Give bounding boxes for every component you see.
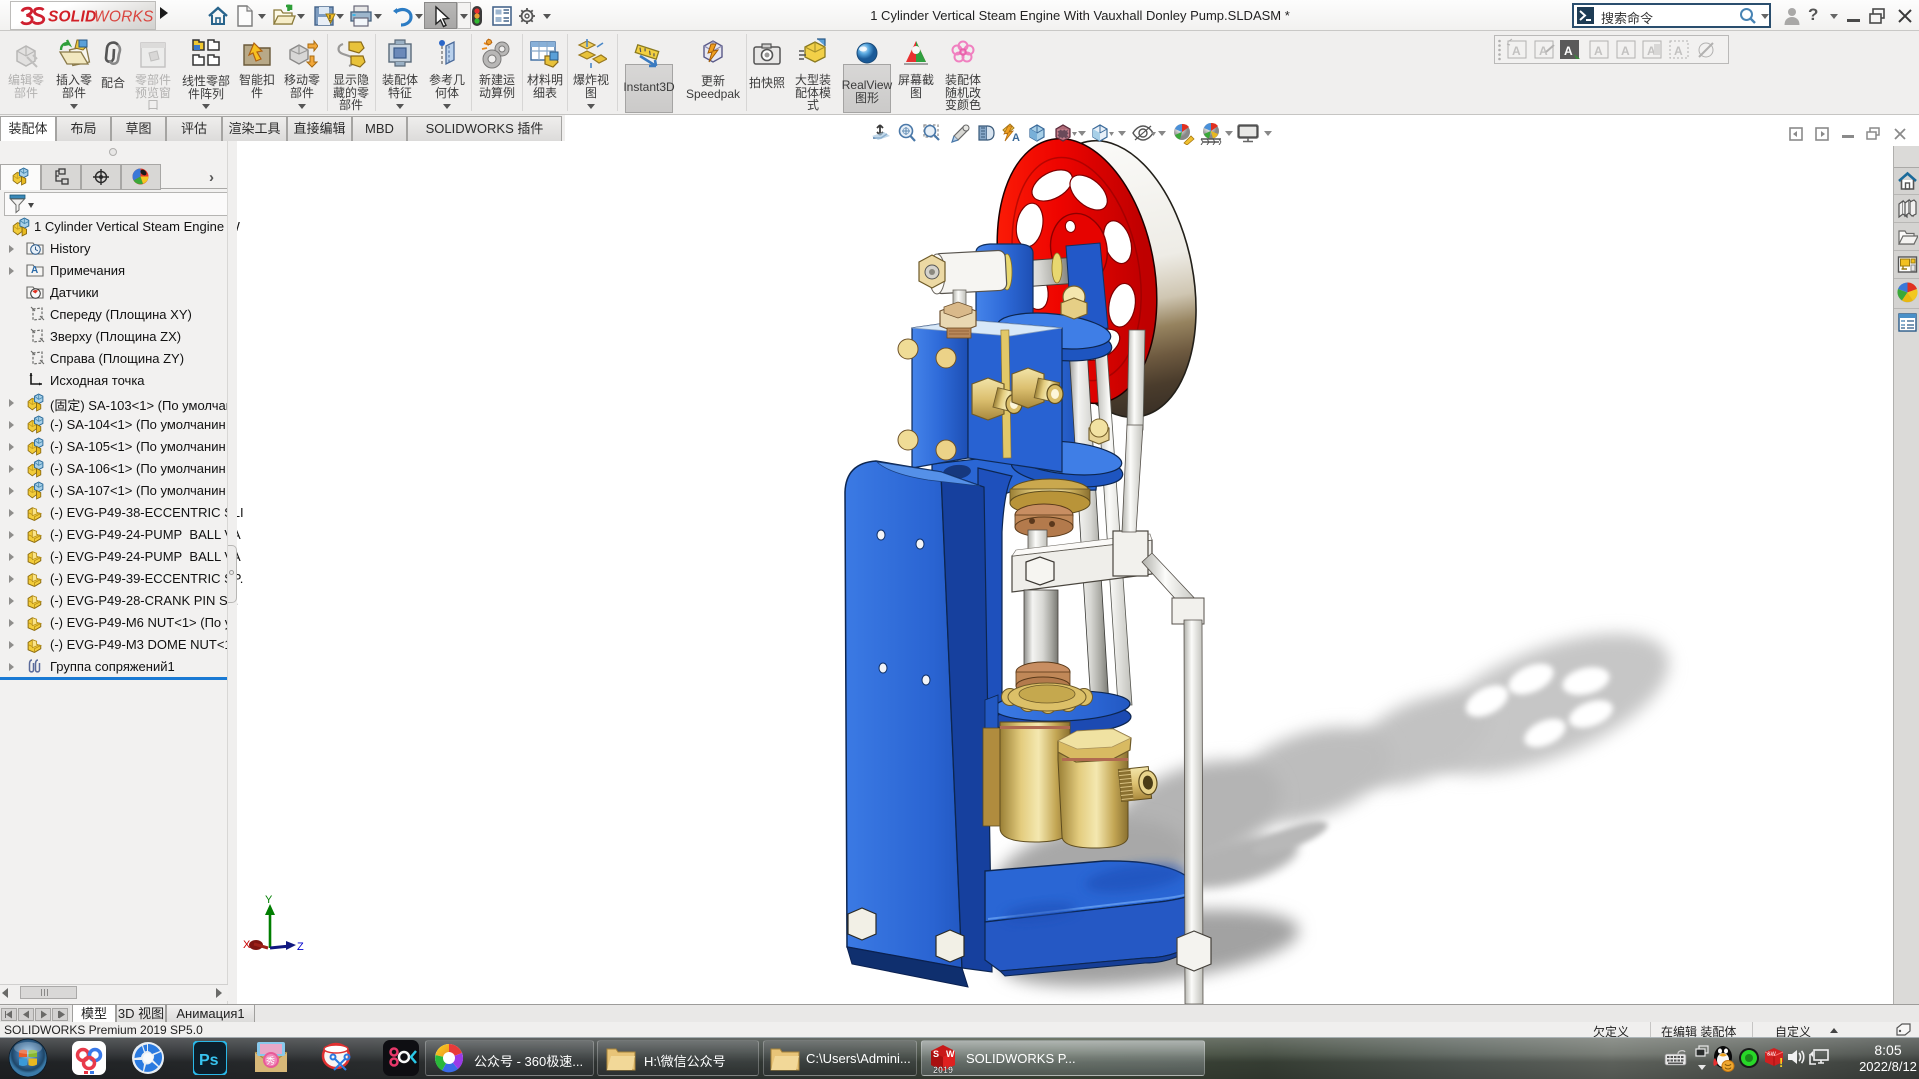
- svg-text:秀: 秀: [266, 1055, 275, 1066]
- svg-text:Ps: Ps: [199, 1052, 219, 1069]
- svg-text:!: !: [329, 14, 332, 23]
- svg-text:&W: &W: [1767, 1052, 1777, 1058]
- svg-text:W: W: [946, 1049, 955, 1059]
- svg-text:!: !: [1779, 1055, 1783, 1070]
- svg-text:SOLID: SOLID: [48, 8, 96, 25]
- svg-text:A: A: [1621, 44, 1630, 58]
- svg-text:Z: Z: [297, 941, 304, 953]
- svg-text:S: S: [933, 1049, 939, 1059]
- svg-text:A: A: [1564, 44, 1573, 58]
- svg-text:A: A: [1012, 132, 1020, 144]
- svg-text:WORKS: WORKS: [94, 8, 154, 25]
- svg-text:A: A: [1594, 44, 1603, 58]
- svg-text:2019: 2019: [933, 1065, 953, 1075]
- svg-text:Y: Y: [265, 894, 273, 906]
- svg-text:A: A: [1512, 44, 1521, 58]
- svg-text:X: X: [243, 939, 251, 951]
- svg-text:A: A: [1674, 44, 1683, 58]
